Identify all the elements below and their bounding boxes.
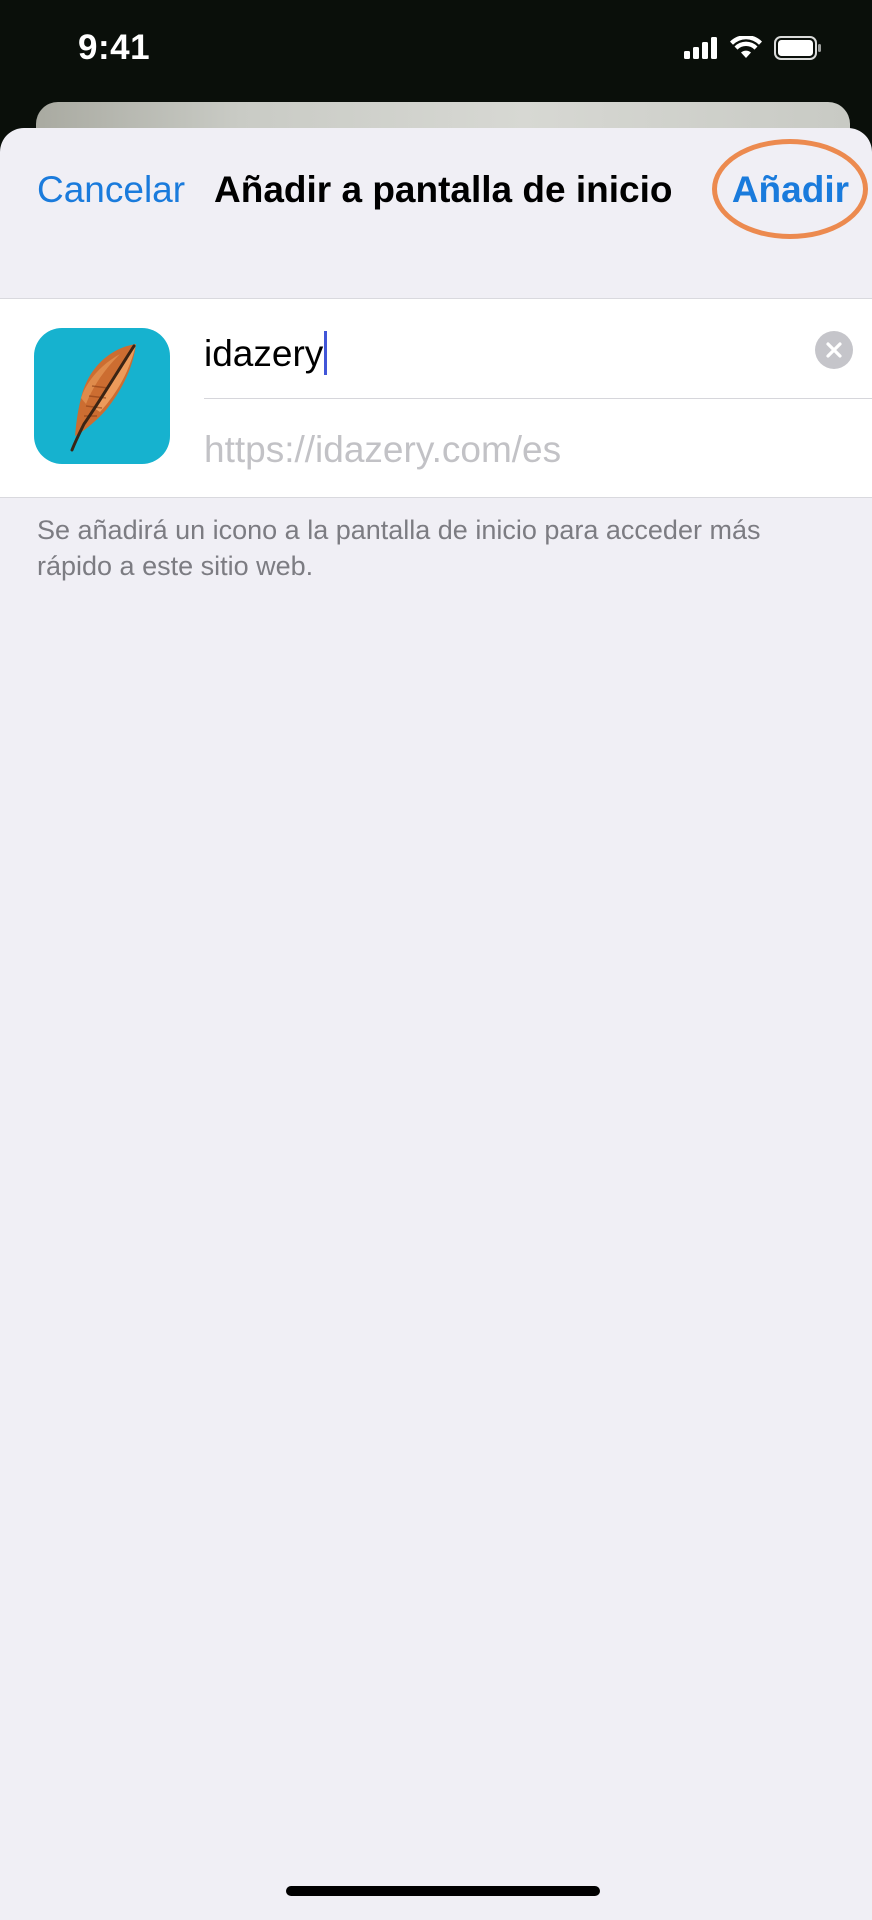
sheet-title: Añadir a pantalla de inicio [214,169,673,210]
status-bar: 9:41 [0,0,872,110]
name-field[interactable]: idazery [204,299,872,399]
footnote-text: Se añadirá un icono a la pantalla de ini… [37,515,761,581]
add-to-home-sheet: Cancelar Añadir a pantalla de inicio Aña… [0,128,872,1920]
add-button[interactable]: Añadir [732,169,849,211]
status-time: 9:41 [78,28,151,67]
feather-icon [70,344,136,452]
name-value: idazery [204,333,324,374]
cancel-button[interactable]: Cancelar [37,169,185,211]
home-indicator[interactable] [286,1886,600,1896]
shortcut-form: idazery https://idazery.com/es [0,298,872,498]
status-icons [684,36,822,60]
url-field: https://idazery.com/es [204,399,872,499]
wifi-icon [730,36,762,58]
url-value: https://idazery.com/es [204,429,562,470]
app-icon-preview [34,328,170,464]
text-caret [324,331,328,375]
battery-icon [774,36,821,60]
clear-icon [826,342,842,358]
navigation-bar: Cancelar Añadir a pantalla de inicio Aña… [0,128,872,298]
clear-text-button[interactable] [815,331,853,369]
cellular-signal-icon [684,37,717,59]
name-field-text: idazery [204,331,328,375]
